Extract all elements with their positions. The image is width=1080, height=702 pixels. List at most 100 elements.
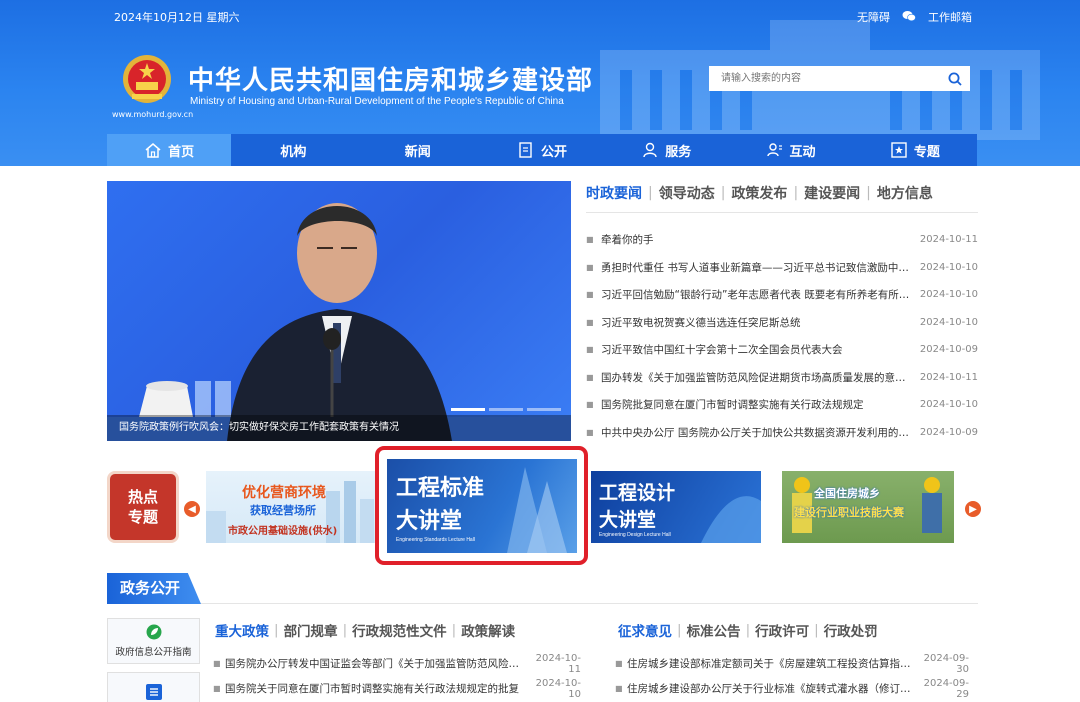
policy-list: ■ 国务院办公厅转发中国证监会等部门《关于加强监管防范风险促进期货市场高质量发展的… [213,651,581,701]
list-item[interactable]: ■ 牵着你的手 2024-10-11 [586,226,978,254]
nav-interaction[interactable]: 互动 [728,134,852,166]
tab-standard-announcements[interactable]: 标准公告 [687,620,741,640]
nav-special-topics[interactable]: 专题 [853,134,977,166]
nav-service[interactable]: 服务 [604,134,728,166]
list-item[interactable]: ■ 国务院批复同意在厦门市暂时调整实施有关行政法规规定 2024-10-10 [586,391,978,419]
list-item[interactable]: ■ 中共中央办公厅 国务院办公厅关于加快公共数据资源开发利用的意见 2024-10-… [586,419,978,447]
news-date: 2024-10-11 [919,234,978,246]
list-item[interactable]: ■ 住房城乡建设部标准定额司关于《房屋建筑工程投资估算指标》征求意见的函 2024-… [615,651,969,676]
bullet: ■ [615,684,623,693]
topic-banner-engineering-design[interactable]: 工程设计 大讲堂 Engineering Design Lecture Hall [591,471,761,543]
next-arrow-icon[interactable]: ▶ [965,501,981,517]
tab-administrative-license[interactable]: 行政许可 [755,620,809,640]
divider [586,212,978,213]
consultation-title[interactable]: 住房城乡建设部办公厅关于行业标准《旋转式灌水器（修订）》征求意见的函 [627,681,911,696]
nav-home-label: 首页 [168,144,195,160]
list-item[interactable]: ■ 国务院关于同意在厦门市暂时调整实施有关行政法规规定的批复 2024-10-10 [213,676,581,701]
hero-photo [107,203,571,441]
news-title[interactable]: 牵着你的手 [601,232,912,247]
news-date: 2024-10-10 [919,316,978,328]
bullet: ■ [213,684,221,693]
nav-public[interactable]: 公开 [480,134,604,166]
topic-banner-business-environment[interactable]: 优化营商环境 获取经营场所 市政公用基础设施(供水) [206,471,376,543]
work-email-link[interactable]: 工作邮箱 [928,9,972,25]
carousel-dot[interactable] [489,408,523,411]
policy-title[interactable]: 国务院关于同意在厦门市暂时调整实施有关行政法规规定的批复 [225,681,523,696]
news-title[interactable]: 中共中央办公厅 国务院办公厅关于加快公共数据资源开发利用的意见 [601,425,912,440]
list-item[interactable]: ■ 国办转发《关于加强监管防范风险促进期货市场高质量发展的意见》 2024-10-1… [586,364,978,392]
banner-caption: Engineering Design Lecture Hall [599,532,671,538]
news-list: ■ 牵着你的手 2024-10-11 ■ 勇担时代重任 书写人道事业新篇章——习近平总… [586,226,978,446]
nav-home[interactable]: 首页 [107,134,232,166]
site-title[interactable]: 中华人民共和国住房和城乡建设部 [188,60,593,97]
carousel-dot[interactable] [451,408,485,411]
bullet: ■ [586,262,594,272]
hero-carousel[interactable]: 国务院政策例行吹风会：切实做好保交房工作配套政策有关情况 [107,181,571,441]
news-title[interactable]: 习近平致电祝贺赛义德当选连任突尼斯总统 [601,315,912,330]
national-emblem-icon[interactable] [122,54,172,106]
tab-policy-release[interactable]: 政策发布 [731,183,787,203]
bullet: ■ [586,235,594,245]
news-title[interactable]: 国办转发《关于加强监管防范风险促进期货市场高质量发展的意见》 [601,370,912,385]
bullet: ■ [586,372,594,382]
bullet: ■ [213,659,221,668]
list-item[interactable]: ■ 习近平致信中国红十字会第十二次全国会员代表大会 2024-10-09 [586,336,978,364]
site-subtitle: Ministry of Housing and Urban-Rural Deve… [190,96,564,107]
tab-public-consultation[interactable]: 征求意见 [618,620,672,640]
nav-organization-label: 机构 [280,144,307,160]
topic-banner-skills-competition[interactable]: 全国住房城乡 建设行业职业技能大赛 [782,471,954,543]
prev-arrow-icon[interactable]: ◀ [184,501,200,517]
tab-local-info[interactable]: 地方信息 [877,183,933,203]
hot-topics-badge[interactable]: 热点 专题 [107,471,179,543]
news-title[interactable]: 习近平回信勉励“银龄行动”老年志愿者代表 既要老有所养老有所为... [601,287,912,302]
tab-department-rules[interactable]: 部门规章 [284,620,338,640]
tab-divider: | [866,185,871,201]
document-icon [519,142,532,158]
news-date: 2024-10-09 [919,344,978,356]
tab-normative-documents[interactable]: 行政规范性文件 [352,620,447,640]
hero-caption[interactable]: 国务院政策例行吹风会：切实做好保交房工作配套政策有关情况 [107,415,571,441]
accessibility-link[interactable]: 无障碍 [857,9,890,25]
list-item[interactable]: ■ 习近平回信勉励“银龄行动”老年志愿者代表 既要老有所养老有所为... 2024-… [586,281,978,309]
carousel-dot[interactable] [527,408,561,411]
tab-divider: | [814,622,819,638]
tab-divider: | [451,622,457,638]
list-item[interactable]: ■ 习近平致电祝贺赛义德当选连任突尼斯总统 2024-10-10 [586,309,978,337]
tab-leader-activities[interactable]: 领导动态 [659,183,715,203]
tab-policy-interpretation[interactable]: 政策解读 [461,620,515,640]
tab-major-policies[interactable]: 重大政策 [215,620,269,640]
nav-news[interactable]: 新闻 [356,134,480,166]
news-title[interactable]: 习近平致信中国红十字会第十二次全国会员代表大会 [601,342,912,357]
nav-service-label: 服务 [665,144,692,160]
tab-current-affairs[interactable]: 时政要闻 [586,183,642,203]
site-url: www.mohurd.gov.cn [112,110,194,119]
info-disclosure-guide-card[interactable]: 政府信息公开指南 [107,618,200,664]
nav-organization[interactable]: 机构 [231,134,355,166]
wechat-icon[interactable] [902,10,916,25]
consultation-date: 2024-09-29 [923,677,969,700]
bullet: ■ [586,427,594,437]
search-icon[interactable] [940,66,970,91]
policy-date: 2024-10-11 [535,652,581,675]
tab-divider: | [342,622,348,638]
news-title[interactable]: 勇担时代重任 书写人道事业新篇章——习近平总书记致信激励中国红十字会... [601,260,912,275]
nav-special-topics-label: 专题 [913,144,940,160]
section-title[interactable]: 政务公开 [107,573,201,604]
banner-subtitle: 获取经营场所 [250,504,316,517]
tab-administrative-penalty[interactable]: 行政处罚 [824,620,878,640]
tab-construction-news[interactable]: 建设要闻 [804,183,860,203]
list-item[interactable]: ■ 勇担时代重任 书写人道事业新篇章——习近平总书记致信激励中国红十字会... 20… [586,254,978,282]
policy-tabs: 重大政策 | 部门规章 | 行政规范性文件 | 政策解读 [215,620,515,640]
policy-date: 2024-10-10 [535,677,581,700]
info-disclosure-card[interactable] [107,672,200,702]
news-date: 2024-10-11 [919,371,978,383]
tab-divider: | [274,622,279,638]
list-item[interactable]: ■ 住房城乡建设部办公厅关于行业标准《旋转式灌水器（修订）》征求意见的函 2024-… [615,676,969,701]
policy-title[interactable]: 国务院办公厅转发中国证监会等部门《关于加强监管防范风险促进期货市场高质量发展的意… [225,656,523,671]
search-input[interactable] [709,66,940,91]
news-title[interactable]: 国务院批复同意在厦门市暂时调整实施有关行政法规规定 [601,397,912,412]
consultation-title[interactable]: 住房城乡建设部标准定额司关于《房屋建筑工程投资估算指标》征求意见的函 [627,656,911,671]
nav-news-label: 新闻 [404,144,431,160]
star-box-icon [891,142,907,158]
list-item[interactable]: ■ 国务院办公厅转发中国证监会等部门《关于加强监管防范风险促进期货市场高质量发展的… [213,651,581,676]
